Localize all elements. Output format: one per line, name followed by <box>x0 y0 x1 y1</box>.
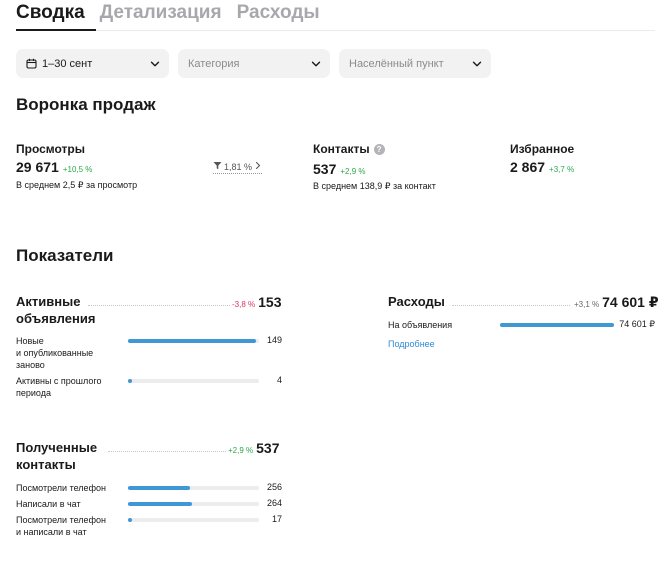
active-ads-row-new-value: 149 <box>266 335 282 345</box>
contacts-row-both-bar <box>128 518 259 522</box>
leader-dots <box>88 305 230 306</box>
contacts-row-chat-label: Написали в чат <box>16 499 81 509</box>
location-placeholder: Населённый пункт <box>349 57 444 70</box>
received-contacts-total-number: 537 <box>256 440 280 456</box>
tab-expenses[interactable]: Расходы <box>237 2 320 24</box>
label-line: и написали в чат <box>16 527 87 537</box>
conversion-link[interactable]: 1,81 % <box>213 161 263 174</box>
contacts-row-chat-value: 264 <box>266 498 282 508</box>
conversion-value: 1,81 % <box>224 161 253 172</box>
tab-summary[interactable]: Сводка <box>16 2 85 24</box>
favorites-value: 2 867 +3,7 % <box>510 159 574 175</box>
location-select[interactable]: Населённый пункт <box>339 49 491 78</box>
filter-bar: 1–30 сент Категория Населённый пункт <box>16 49 491 78</box>
contacts-row-phone-label: Посмотрели телефон <box>16 483 106 493</box>
active-ads-row-prev-label: Активны с прошлого периода <box>16 375 101 399</box>
bar-fill <box>128 502 193 506</box>
views-subtext: В среднем 2,5 ₽ за просмотр <box>16 180 138 190</box>
funnel-icon <box>213 161 222 172</box>
active-ads-row-prev-value: 4 <box>276 375 282 385</box>
period-select[interactable]: 1–30 сент <box>16 49 169 78</box>
active-ads-title-line1: Активные <box>16 294 81 309</box>
favorites-label: Избранное <box>510 142 574 156</box>
expenses-row-ads-bar <box>500 323 614 327</box>
tab-details[interactable]: Детализация <box>100 2 222 24</box>
label-line: Новые <box>16 336 44 346</box>
active-ads-title: Активные объявления <box>16 293 95 327</box>
active-ads-row-new-label: Новые и опубликованные заново <box>16 335 93 371</box>
active-ads-row-new-bar <box>128 339 259 343</box>
expenses-row-ads-label: На объявления <box>388 320 453 330</box>
expenses-total: +3,1 % 74 601 ₽ <box>574 294 659 311</box>
contacts-delta: +2,9 % <box>340 167 366 176</box>
chevron-down-icon <box>149 58 161 70</box>
category-placeholder: Категория <box>188 57 240 70</box>
contacts-subtext: В среднем 138,9 ₽ за контакт <box>313 181 436 191</box>
active-ads-total-number: 153 <box>258 294 282 310</box>
views-value: 29 671 +10,5 % <box>16 159 92 175</box>
label-line: Активны с прошлого <box>16 376 102 386</box>
label-line: Посмотрели телефон <box>16 515 106 525</box>
calendar-icon <box>26 58 37 69</box>
favorites-number: 2 867 <box>510 159 546 175</box>
bar-fill <box>128 518 133 522</box>
received-contacts-total: +2,9 % 537 <box>228 440 280 456</box>
favorites-delta: +3,7 % <box>549 165 575 174</box>
contacts-label: Контакты ? <box>313 142 385 156</box>
contacts-row-both-value: 17 <box>271 514 282 524</box>
label-line: и опубликованные <box>16 348 94 358</box>
expenses-title: Расходы <box>388 294 445 309</box>
received-contacts-title: Полученные контакты <box>16 439 97 473</box>
more-details-link[interactable]: Подробнее <box>388 339 435 349</box>
contacts-row-phone-bar <box>128 486 259 490</box>
expenses-total-number: 74 601 ₽ <box>602 294 659 310</box>
active-ads-title-line2: объявления <box>16 311 96 326</box>
question-icon[interactable]: ? <box>373 143 385 155</box>
bar-fill <box>500 323 614 327</box>
tabs-divider <box>16 30 655 31</box>
active-tab-indicator <box>16 29 96 31</box>
funnel-title: Воронка продаж <box>16 95 156 114</box>
contacts-row-chat-bar <box>128 502 259 506</box>
tab-bar: Сводка Детализация Расходы <box>16 2 320 24</box>
received-contacts-title-line2: контакты <box>16 457 76 472</box>
chevron-down-icon <box>310 58 322 70</box>
received-contacts-delta: +2,9 % <box>228 446 254 455</box>
bar-fill <box>128 339 256 343</box>
contacts-value: 537 +2,9 % <box>313 161 366 177</box>
contacts-row-phone-value: 256 <box>266 482 282 492</box>
bar-fill <box>128 379 132 383</box>
favorites-label-text: Избранное <box>510 142 575 156</box>
views-label-text: Просмотры <box>16 142 86 156</box>
views-number: 29 671 <box>16 159 59 175</box>
category-select[interactable]: Категория <box>178 49 330 78</box>
contacts-label-text: Контакты <box>313 142 370 156</box>
chevron-right-icon <box>254 161 262 172</box>
active-ads-row-prev-bar <box>128 379 259 383</box>
views-delta: +10,5 % <box>62 165 93 174</box>
label-line: периода <box>16 388 51 398</box>
contacts-row-both-label: Посмотрели телефон и написали в чат <box>16 514 106 538</box>
leader-dots <box>452 305 570 306</box>
views-label: Просмотры <box>16 142 85 156</box>
active-ads-delta: -3,8 % <box>232 300 256 309</box>
contacts-number: 537 <box>313 161 337 177</box>
expenses-row-ads-value: 74 601 ₽ <box>619 319 655 329</box>
bar-fill <box>128 486 191 490</box>
label-line: заново <box>16 360 45 370</box>
received-contacts-title-line1: Полученные <box>16 440 98 455</box>
active-ads-total: -3,8 % 153 <box>232 294 281 310</box>
leader-dots <box>108 451 226 452</box>
chevron-down-icon <box>471 58 483 70</box>
expenses-delta: +3,1 % <box>574 300 600 309</box>
period-value: 1–30 сент <box>42 57 93 70</box>
indicators-title: Показатели <box>16 246 114 265</box>
